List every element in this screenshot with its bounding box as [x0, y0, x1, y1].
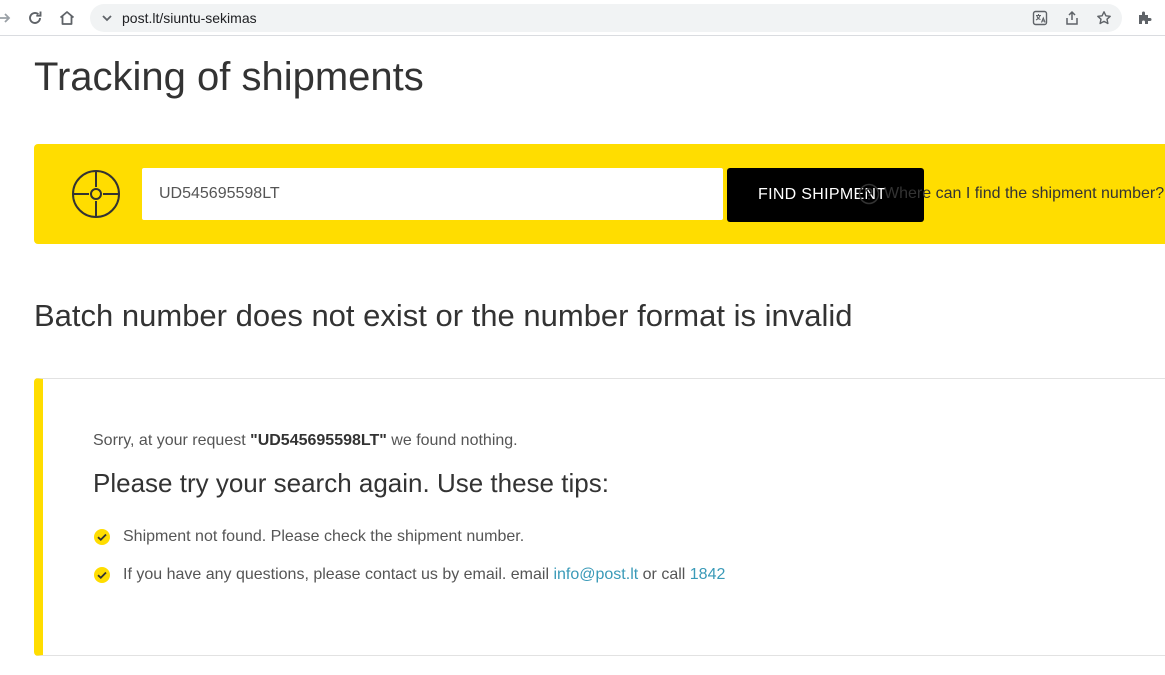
home-icon[interactable] [55, 6, 79, 30]
extensions-icon[interactable] [1133, 6, 1157, 30]
tracking-number-input[interactable] [142, 168, 723, 220]
tab-search-icon[interactable] [99, 10, 115, 26]
result-heading: Batch number does not exist or the numbe… [34, 298, 853, 333]
shipment-number-help-link[interactable]: Where can I find the shipment number? [858, 182, 1164, 206]
list-item: Shipment not found. Please check the shi… [93, 525, 725, 549]
phone-link[interactable]: 1842 [690, 566, 726, 583]
browser-toolbar: post.lt/siuntu-sekimas [0, 0, 1165, 36]
search-query: "UD545695598LT" [250, 432, 387, 449]
url-text[interactable]: post.lt/siuntu-sekimas [122, 10, 257, 26]
address-bar[interactable]: post.lt/siuntu-sekimas [90, 4, 1122, 32]
help-link-text[interactable]: Where can I find the shipment number? [884, 185, 1164, 203]
tip-text: Shipment not found. Please check the shi… [123, 528, 525, 545]
email-link[interactable]: info@post.lt [553, 566, 638, 583]
reload-icon[interactable] [23, 6, 47, 30]
forward-icon[interactable] [0, 6, 16, 30]
tip2-prefix: If you have any questions, please contac… [123, 566, 554, 583]
tips-title: Please try your search again. Use these … [93, 468, 609, 498]
bookmark-star-icon[interactable] [1095, 9, 1113, 27]
sorry-prefix: Sorry, at your request [93, 432, 251, 449]
tip2-middle: or call [638, 566, 690, 583]
check-circle-icon [94, 567, 110, 583]
check-circle-icon [94, 529, 110, 545]
list-item: If you have any questions, please contac… [93, 563, 725, 587]
translate-icon[interactable] [1031, 9, 1049, 27]
question-icon [858, 183, 880, 205]
tip-text: If you have any questions, please contac… [123, 566, 725, 584]
target-crosshair-icon [72, 170, 120, 218]
tips-list: Shipment not found. Please check the shi… [93, 525, 725, 601]
sorry-suffix: we found nothing. [386, 432, 518, 449]
tracking-search-band: FIND SHIPMENT Where can I find the shipm… [34, 144, 1165, 244]
share-icon[interactable] [1063, 9, 1081, 27]
no-results-message: Sorry, at your request "UD545695598LT" w… [93, 432, 518, 450]
page-title: Tracking of shipments [34, 55, 424, 99]
result-message-card: Sorry, at your request "UD545695598LT" w… [34, 378, 1165, 656]
